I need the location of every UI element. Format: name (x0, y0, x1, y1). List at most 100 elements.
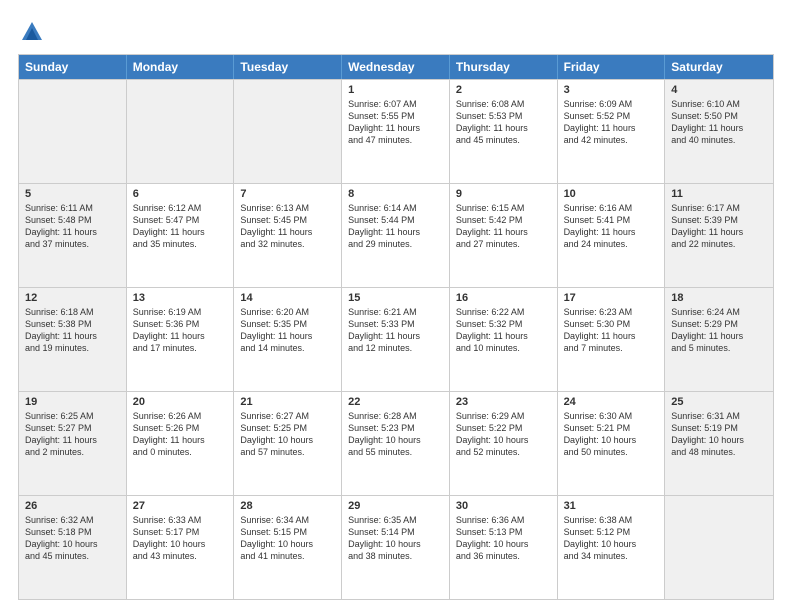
cal-cell-day-22: 22 Sunrise: 6:28 AM Sunset: 5:23 PM Dayli… (342, 392, 450, 495)
header-day-friday: Friday (558, 55, 666, 79)
cal-cell-day-31: 31 Sunrise: 6:38 AM Sunset: 5:12 PM Dayli… (558, 496, 666, 599)
cal-row-0: 1 Sunrise: 6:07 AM Sunset: 5:55 PM Daylig… (19, 79, 773, 183)
day-info: Sunrise: 6:29 AM Sunset: 5:22 PM Dayligh… (456, 410, 551, 459)
cal-cell-day-24: 24Sunrise: 6:30 AM Sunset: 5:21 PM Dayli… (558, 392, 666, 495)
day-number: 10 (564, 188, 659, 200)
cal-cell-day-9: 9Sunrise: 6:15 AM Sunset: 5:42 PM Daylig… (450, 184, 558, 287)
header-day-tuesday: Tuesday (234, 55, 342, 79)
day-info: Sunrise: 6:12 AM Sunset: 5:47 PM Dayligh… (133, 202, 228, 251)
day-number: 21 (240, 396, 335, 408)
cal-cell-day-8: 8 Sunrise: 6:14 AM Sunset: 5:44 PM Daylig… (342, 184, 450, 287)
calendar-header-row: SundayMondayTuesdayWednesdayThursdayFrid… (19, 55, 773, 79)
cal-cell-empty-0-0 (19, 80, 127, 183)
cal-cell-day-21: 21 Sunrise: 6:27 AM Sunset: 5:25 PM Dayli… (234, 392, 342, 495)
day-info: Sunrise: 6:32 AM Sunset: 5:18 PM Dayligh… (25, 514, 120, 563)
day-number: 22 (348, 396, 443, 408)
day-number: 8 (348, 188, 443, 200)
calendar-body: 1 Sunrise: 6:07 AM Sunset: 5:55 PM Daylig… (19, 79, 773, 599)
cal-cell-day-1: 1 Sunrise: 6:07 AM Sunset: 5:55 PM Daylig… (342, 80, 450, 183)
day-info: Sunrise: 6:07 AM Sunset: 5:55 PM Dayligh… (348, 98, 443, 147)
day-number: 3 (564, 84, 659, 96)
day-info: Sunrise: 6:34 AM Sunset: 5:15 PM Dayligh… (240, 514, 335, 563)
day-info: Sunrise: 6:22 AM Sunset: 5:32 PM Dayligh… (456, 306, 551, 355)
day-number: 17 (564, 292, 659, 304)
cal-cell-day-15: 15Sunrise: 6:21 AM Sunset: 5:33 PM Dayli… (342, 288, 450, 391)
day-number: 20 (133, 396, 228, 408)
day-info: Sunrise: 6:25 AM Sunset: 5:27 PM Dayligh… (25, 410, 120, 459)
cal-cell-day-6: 6 Sunrise: 6:12 AM Sunset: 5:47 PM Daylig… (127, 184, 235, 287)
cal-cell-day-25: 25 Sunrise: 6:31 AM Sunset: 5:19 PM Dayli… (665, 392, 773, 495)
day-info: Sunrise: 6:09 AM Sunset: 5:52 PM Dayligh… (564, 98, 659, 147)
cal-cell-day-26: 26 Sunrise: 6:32 AM Sunset: 5:18 PM Dayli… (19, 496, 127, 599)
day-info: Sunrise: 6:35 AM Sunset: 5:14 PM Dayligh… (348, 514, 443, 563)
header-day-thursday: Thursday (450, 55, 558, 79)
day-number: 26 (25, 500, 120, 512)
day-info: Sunrise: 6:19 AM Sunset: 5:36 PM Dayligh… (133, 306, 228, 355)
day-info: Sunrise: 6:33 AM Sunset: 5:17 PM Dayligh… (133, 514, 228, 563)
cal-cell-day-5: 5 Sunrise: 6:11 AM Sunset: 5:48 PM Daylig… (19, 184, 127, 287)
day-info: Sunrise: 6:17 AM Sunset: 5:39 PM Dayligh… (671, 202, 767, 251)
header-day-monday: Monday (127, 55, 235, 79)
day-number: 13 (133, 292, 228, 304)
cal-cell-day-29: 29 Sunrise: 6:35 AM Sunset: 5:14 PM Dayli… (342, 496, 450, 599)
header-day-wednesday: Wednesday (342, 55, 450, 79)
day-info: Sunrise: 6:14 AM Sunset: 5:44 PM Dayligh… (348, 202, 443, 251)
header-day-sunday: Sunday (19, 55, 127, 79)
cal-cell-day-4: 4 Sunrise: 6:10 AM Sunset: 5:50 PM Daylig… (665, 80, 773, 183)
header-day-saturday: Saturday (665, 55, 773, 79)
day-number: 7 (240, 188, 335, 200)
cal-cell-day-23: 23 Sunrise: 6:29 AM Sunset: 5:22 PM Dayli… (450, 392, 558, 495)
day-number: 23 (456, 396, 551, 408)
day-number: 28 (240, 500, 335, 512)
cal-cell-day-30: 30 Sunrise: 6:36 AM Sunset: 5:13 PM Dayli… (450, 496, 558, 599)
day-number: 14 (240, 292, 335, 304)
day-info: Sunrise: 6:11 AM Sunset: 5:48 PM Dayligh… (25, 202, 120, 251)
day-info: Sunrise: 6:21 AM Sunset: 5:33 PM Dayligh… (348, 306, 443, 355)
day-info: Sunrise: 6:24 AM Sunset: 5:29 PM Dayligh… (671, 306, 767, 355)
page: SundayMondayTuesdayWednesdayThursdayFrid… (0, 0, 792, 612)
day-info: Sunrise: 6:08 AM Sunset: 5:53 PM Dayligh… (456, 98, 551, 147)
day-number: 2 (456, 84, 551, 96)
day-info: Sunrise: 6:38 AM Sunset: 5:12 PM Dayligh… (564, 514, 659, 563)
day-info: Sunrise: 6:15 AM Sunset: 5:42 PM Dayligh… (456, 202, 551, 251)
day-number: 24 (564, 396, 659, 408)
day-number: 19 (25, 396, 120, 408)
day-number: 30 (456, 500, 551, 512)
cal-row-1: 5 Sunrise: 6:11 AM Sunset: 5:48 PM Daylig… (19, 183, 773, 287)
day-info: Sunrise: 6:26 AM Sunset: 5:26 PM Dayligh… (133, 410, 228, 459)
cal-cell-day-10: 10 Sunrise: 6:16 AM Sunset: 5:41 PM Dayli… (558, 184, 666, 287)
day-number: 31 (564, 500, 659, 512)
day-info: Sunrise: 6:18 AM Sunset: 5:38 PM Dayligh… (25, 306, 120, 355)
cal-cell-day-19: 19 Sunrise: 6:25 AM Sunset: 5:27 PM Dayli… (19, 392, 127, 495)
day-number: 6 (133, 188, 228, 200)
day-number: 4 (671, 84, 767, 96)
day-number: 12 (25, 292, 120, 304)
day-number: 1 (348, 84, 443, 96)
day-info: Sunrise: 6:27 AM Sunset: 5:25 PM Dayligh… (240, 410, 335, 459)
cal-row-3: 19 Sunrise: 6:25 AM Sunset: 5:27 PM Dayli… (19, 391, 773, 495)
cal-cell-day-17: 17Sunrise: 6:23 AM Sunset: 5:30 PM Dayli… (558, 288, 666, 391)
cal-cell-day-18: 18Sunrise: 6:24 AM Sunset: 5:29 PM Dayli… (665, 288, 773, 391)
logo-icon (18, 18, 46, 46)
day-info: Sunrise: 6:31 AM Sunset: 5:19 PM Dayligh… (671, 410, 767, 459)
header (18, 18, 774, 46)
day-info: Sunrise: 6:36 AM Sunset: 5:13 PM Dayligh… (456, 514, 551, 563)
cal-cell-day-12: 12 Sunrise: 6:18 AM Sunset: 5:38 PM Dayli… (19, 288, 127, 391)
cal-cell-day-20: 20 Sunrise: 6:26 AM Sunset: 5:26 PM Dayli… (127, 392, 235, 495)
day-number: 27 (133, 500, 228, 512)
cal-cell-day-7: 7Sunrise: 6:13 AM Sunset: 5:45 PM Daylig… (234, 184, 342, 287)
cal-cell-day-2: 2 Sunrise: 6:08 AM Sunset: 5:53 PM Daylig… (450, 80, 558, 183)
day-number: 25 (671, 396, 767, 408)
day-info: Sunrise: 6:16 AM Sunset: 5:41 PM Dayligh… (564, 202, 659, 251)
cal-cell-day-16: 16Sunrise: 6:22 AM Sunset: 5:32 PM Dayli… (450, 288, 558, 391)
cal-cell-day-3: 3 Sunrise: 6:09 AM Sunset: 5:52 PM Daylig… (558, 80, 666, 183)
calendar: SundayMondayTuesdayWednesdayThursdayFrid… (18, 54, 774, 600)
cal-row-4: 26 Sunrise: 6:32 AM Sunset: 5:18 PM Dayli… (19, 495, 773, 599)
day-info: Sunrise: 6:20 AM Sunset: 5:35 PM Dayligh… (240, 306, 335, 355)
day-info: Sunrise: 6:10 AM Sunset: 5:50 PM Dayligh… (671, 98, 767, 147)
cal-cell-day-14: 14 Sunrise: 6:20 AM Sunset: 5:35 PM Dayli… (234, 288, 342, 391)
day-info: Sunrise: 6:28 AM Sunset: 5:23 PM Dayligh… (348, 410, 443, 459)
cal-cell-day-11: 11Sunrise: 6:17 AM Sunset: 5:39 PM Dayli… (665, 184, 773, 287)
day-number: 29 (348, 500, 443, 512)
day-number: 5 (25, 188, 120, 200)
